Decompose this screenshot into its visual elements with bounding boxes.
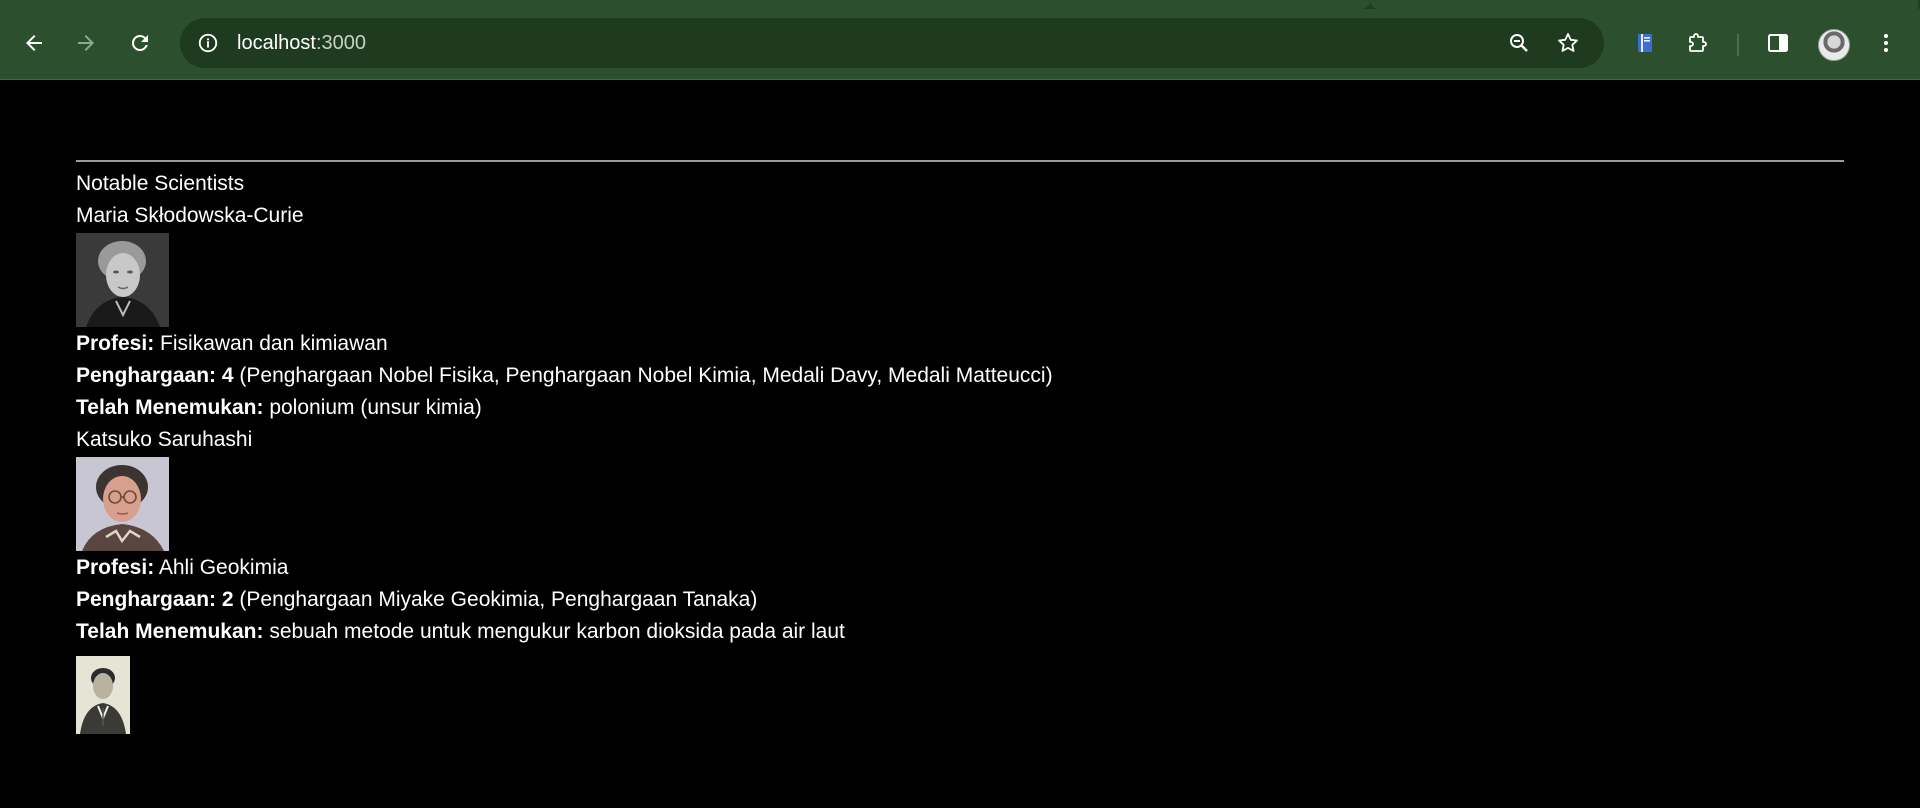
reload-icon <box>131 34 148 51</box>
reload-button[interactable] <box>120 23 160 63</box>
profession-value: Fisikawan dan kimiawan <box>160 332 388 355</box>
discovery-line: Telah Menemukan: polonium (unsur kimia) <box>76 392 1053 424</box>
scientist-name: Katsuko Saruhashi <box>76 428 253 451</box>
discovery-value: sebuah metode untuk mengukur karbon diok… <box>269 620 845 643</box>
reading-list-button[interactable] <box>1625 23 1665 63</box>
scientist-name: Maria Skłodowska-Curie <box>76 204 304 227</box>
horizontal-rule <box>76 160 1844 162</box>
awards-label: Penghargaan: 4 <box>76 364 234 387</box>
active-tab-edge[interactable] <box>0 0 1370 9</box>
discovery-value: polonium (unsur kimia) <box>269 396 482 419</box>
awards-line: Penghargaan: 4 (Penghargaan Nobel Fisika… <box>76 360 1053 392</box>
tab-strip <box>0 0 1920 9</box>
url-text[interactable]: localhost:3000 <box>237 18 366 68</box>
zoom-out-icon[interactable] <box>1506 30 1532 56</box>
discovery-label: Telah Menemukan: <box>76 620 264 643</box>
kebab-menu-icon <box>1884 34 1888 52</box>
profession-line: Profesi: Ahli Geokimia <box>76 552 1053 584</box>
scientist-photo <box>76 233 169 327</box>
profession-value: Ahli Geokimia <box>158 556 289 579</box>
arrow-right-icon <box>78 35 94 51</box>
scientist-list: Notable Scientists Maria Skłodowska-Curi… <box>76 168 1053 735</box>
profession-line: Profesi: Fisikawan dan kimiawan <box>76 328 1053 360</box>
url-host: localhost <box>237 32 316 54</box>
side-panel-icon <box>1768 34 1788 52</box>
back-button[interactable] <box>14 23 54 63</box>
discovery-line: Telah Menemukan: sebuah metode untuk men… <box>76 616 1053 648</box>
side-panel-button[interactable] <box>1758 23 1798 63</box>
discovery-label: Telah Menemukan: <box>76 396 264 419</box>
scientist-photo <box>76 457 169 551</box>
book-icon <box>1638 34 1652 52</box>
inactive-tab-edge[interactable] <box>1370 0 1918 9</box>
scientist-photo <box>76 656 130 734</box>
address-bar[interactable]: localhost:3000 <box>180 18 1604 68</box>
puzzle-icon <box>1689 33 1707 52</box>
awards-line: Penghargaan: 2 (Penghargaan Miyake Geoki… <box>76 584 1053 616</box>
page-title: Notable Scientists <box>76 172 245 195</box>
browser-toolbar: localhost:3000 <box>0 9 1920 79</box>
profile-avatar[interactable] <box>1818 29 1850 61</box>
browser-menu-button[interactable] <box>1866 23 1906 63</box>
info-icon[interactable] <box>196 31 220 55</box>
arrow-left-icon <box>26 35 42 51</box>
page-viewport: Notable Scientists Maria Skłodowska-Curi… <box>0 80 1920 808</box>
awards-value: (Penghargaan Nobel Fisika, Penghargaan N… <box>239 364 1053 387</box>
toolbar-separator <box>1737 34 1739 56</box>
browser-chrome: localhost:3000 <box>0 0 1920 80</box>
star-icon[interactable] <box>1555 30 1581 56</box>
awards-value: (Penghargaan Miyake Geokimia, Penghargaa… <box>239 588 758 611</box>
awards-label: Penghargaan: 2 <box>76 588 234 611</box>
profession-label: Profesi: <box>76 556 155 579</box>
extensions-button[interactable] <box>1678 23 1718 63</box>
forward-button[interactable] <box>66 23 106 63</box>
profession-label: Profesi: <box>76 332 155 355</box>
url-port: :3000 <box>315 32 366 54</box>
